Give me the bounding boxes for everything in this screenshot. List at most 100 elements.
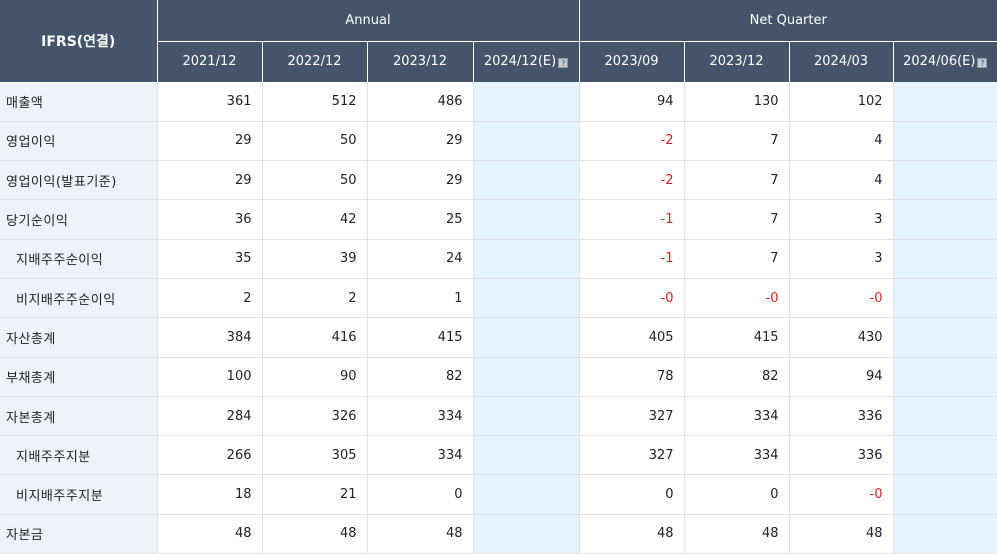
table-row: 자본총계 284 326 334 327 334 336 (0, 396, 997, 437)
estimate-cell (472, 396, 580, 437)
value-cell: 2 (156, 278, 262, 319)
estimate-cell (472, 357, 580, 397)
value-cell: 334 (683, 435, 790, 476)
estimate-cell (892, 199, 997, 240)
financial-summary-table: IFRS(연결) Annual Net Quarter 2021/12 2022… (0, 0, 997, 554)
value-cell: 48 (366, 514, 473, 554)
estimate-cell (472, 121, 580, 162)
info-icon[interactable]: ? (977, 58, 988, 69)
value-cell: -0 (578, 278, 685, 319)
estimate-cell (472, 474, 580, 515)
estimate-cell (472, 199, 580, 240)
value-cell: 336 (788, 435, 894, 476)
estimate-cell (472, 160, 580, 201)
value-cell: -0 (788, 278, 894, 319)
value-cell: 3 (788, 239, 894, 279)
value-cell: 94 (578, 82, 685, 122)
value-cell: 3 (788, 199, 894, 240)
value-cell: 29 (366, 160, 473, 201)
row-label[interactable]: 영업이익 (0, 121, 157, 162)
row-label[interactable]: 자본금 (0, 514, 157, 554)
value-cell: 334 (366, 396, 473, 437)
value-cell: 50 (261, 160, 367, 201)
value-cell: 35 (156, 239, 262, 279)
value-cell: 48 (578, 514, 685, 554)
table-row: 비지배주주지분 18 21 0 0 0 -0 (0, 474, 997, 515)
value-cell: -1 (578, 199, 685, 240)
value-cell: 334 (683, 396, 790, 437)
value-cell: 327 (578, 396, 685, 437)
value-cell: 416 (261, 317, 367, 358)
estimate-cell (472, 317, 580, 358)
value-cell: 36 (156, 199, 262, 240)
table-row: 자산총계 384 416 415 405 415 430 (0, 317, 997, 358)
estimate-cell (892, 278, 997, 319)
value-cell: 7 (683, 239, 790, 279)
value-cell: 430 (788, 317, 894, 358)
value-cell: 384 (156, 317, 262, 358)
value-cell: 82 (366, 357, 473, 397)
row-label[interactable]: 자본총계 (0, 396, 157, 437)
value-cell: 305 (261, 435, 367, 476)
value-cell: 486 (366, 82, 473, 122)
info-icon[interactable]: ? (558, 58, 569, 69)
value-cell: 29 (366, 121, 473, 162)
value-cell: 415 (366, 317, 473, 358)
estimate-cell (472, 82, 580, 122)
table-row: 지배주주순이익 35 39 24 -1 7 3 (0, 239, 997, 279)
value-cell: 29 (156, 160, 262, 201)
row-label[interactable]: 비지배주주순이익 (0, 278, 157, 319)
value-cell: 29 (156, 121, 262, 162)
estimate-cell (892, 239, 997, 279)
value-cell: 415 (683, 317, 790, 358)
table-body: 매출액 361 512 486 94 130 102 영업이익 29 50 29 -2 7 4 영업이익(발… (0, 82, 997, 554)
value-cell: 78 (578, 357, 685, 397)
value-cell: 130 (683, 82, 790, 122)
row-label[interactable]: 자산총계 (0, 317, 157, 358)
value-cell: -2 (578, 121, 685, 162)
value-cell: 0 (578, 474, 685, 515)
table-row: 영업이익(발표기준) 29 50 29 -2 7 4 (0, 160, 997, 201)
estimate-cell (892, 317, 997, 358)
value-cell: 0 (366, 474, 473, 515)
estimate-cell (472, 435, 580, 476)
estimate-cell (892, 474, 997, 515)
estimate-cell (892, 121, 997, 162)
row-label[interactable]: 지배주주지분 (0, 435, 157, 476)
value-cell: 284 (156, 396, 262, 437)
value-cell: 4 (788, 121, 894, 162)
row-label[interactable]: 매출액 (0, 82, 157, 122)
value-cell: 2 (261, 278, 367, 319)
value-cell: 7 (683, 121, 790, 162)
quarter-group-header[interactable]: Net Quarter (578, 0, 997, 42)
table-row: 비지배주주순이익 2 2 1 -0 -0 -0 (0, 278, 997, 319)
value-cell: 18 (156, 474, 262, 515)
row-label[interactable]: 당기순이익 (0, 199, 157, 240)
value-cell: 334 (366, 435, 473, 476)
estimate-cell (892, 396, 997, 437)
period-header-annual-3: 2024/12(E)? (472, 41, 580, 82)
annual-group-header[interactable]: Annual (156, 0, 580, 42)
value-cell: 326 (261, 396, 367, 437)
row-label[interactable]: 지배주주순이익 (0, 239, 157, 279)
value-cell: 1 (366, 278, 473, 319)
period-header-quarter-1: 2023/12 (683, 41, 790, 82)
value-cell: 102 (788, 82, 894, 122)
period-header-quarter-2: 2024/03 (788, 41, 894, 82)
row-label[interactable]: 비지배주주지분 (0, 474, 157, 515)
period-header-quarter-0: 2023/09 (578, 41, 685, 82)
value-cell: 405 (578, 317, 685, 358)
value-cell: 327 (578, 435, 685, 476)
table-row: 자본금 48 48 48 48 48 48 (0, 514, 997, 554)
table-row: 당기순이익 36 42 25 -1 7 3 (0, 199, 997, 240)
row-label[interactable]: 영업이익(발표기준) (0, 160, 157, 201)
value-cell: 7 (683, 199, 790, 240)
period-header-quarter-3: 2024/06(E)? (892, 41, 997, 82)
value-cell: 361 (156, 82, 262, 122)
estimate-cell (892, 514, 997, 554)
accounting-standard-header: IFRS(연결) (0, 0, 157, 83)
value-cell: 90 (261, 357, 367, 397)
row-label[interactable]: 부채총계 (0, 357, 157, 397)
value-cell: 512 (261, 82, 367, 122)
value-cell: 336 (788, 396, 894, 437)
